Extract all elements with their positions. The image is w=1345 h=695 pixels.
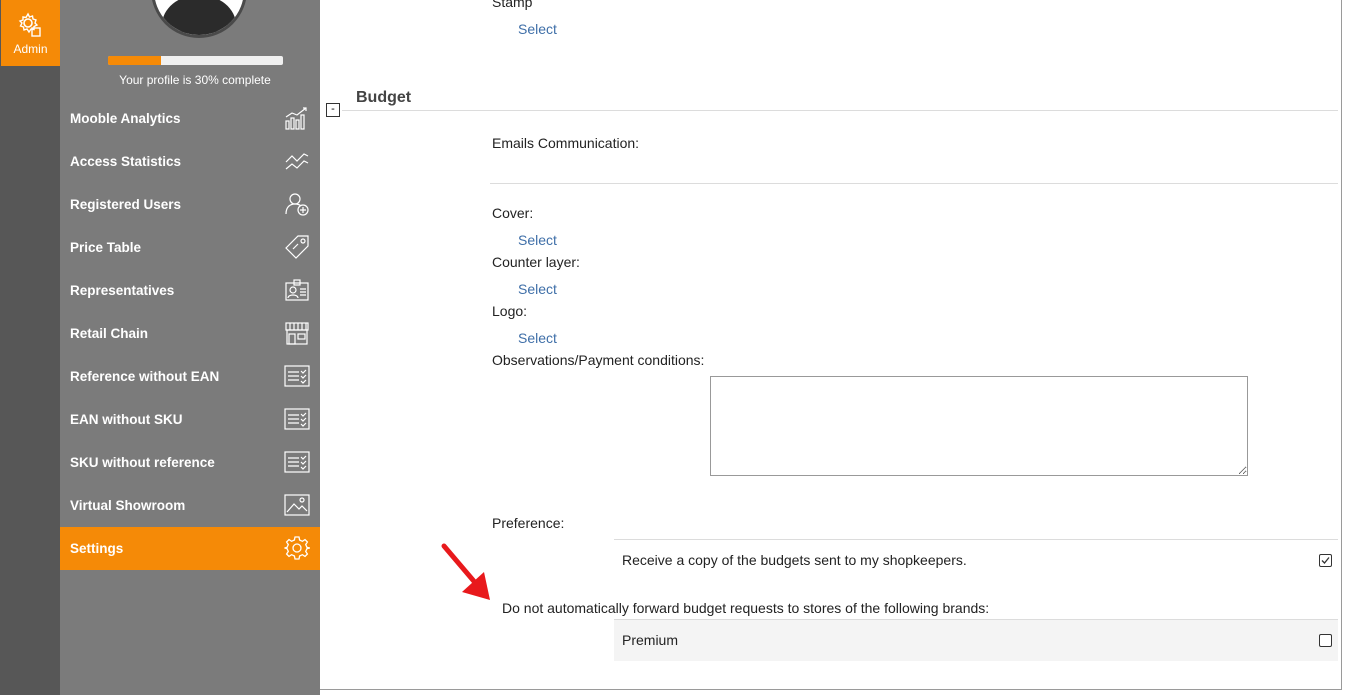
admin-tab[interactable]: Admin <box>1 0 60 66</box>
profile-progress-bar <box>108 56 283 65</box>
sidebar-menu: Mooble Analytics Access Statistics Regis… <box>60 97 320 570</box>
sidebar-item-label: Settings <box>70 541 124 556</box>
emails-communication-label: Emails Communication: <box>492 135 640 151</box>
avatar[interactable] <box>151 0 247 38</box>
sidebar-item-reference-without-ean[interactable]: Reference without EAN <box>60 355 320 398</box>
observations-textarea[interactable] <box>710 376 1248 476</box>
sidebar-item-settings[interactable]: Settings <box>60 527 320 570</box>
sidebar-item-price-table[interactable]: Price Table <box>60 226 320 269</box>
budget-section-title: Budget <box>356 89 412 106</box>
brand-name: Premium <box>622 632 679 648</box>
cover-select-link[interactable]: Select <box>518 232 557 248</box>
checklist-icon <box>284 408 310 430</box>
checklist-icon <box>284 365 310 387</box>
sidebar-item-label: Representatives <box>70 283 175 298</box>
logo-label: Logo: <box>492 303 528 319</box>
sidebar: Your profile is 30% complete Mooble Anal… <box>60 0 320 695</box>
sidebar-item-access-statistics[interactable]: Access Statistics <box>60 140 320 183</box>
counter-layer-label: Counter layer: <box>492 254 580 270</box>
section-divider <box>342 110 1338 111</box>
sidebar-item-label: Reference without EAN <box>70 369 220 384</box>
sidebar-item-ean-without-sku[interactable]: EAN without SKU <box>60 398 320 441</box>
sidebar-item-label: Access Statistics <box>70 154 182 169</box>
image-icon <box>284 494 310 516</box>
brand-checkbox[interactable] <box>1319 634 1332 647</box>
sidebar-item-label: EAN without SKU <box>70 412 183 427</box>
annotation-arrow-icon <box>441 543 490 600</box>
sidebar-item-label: Retail Chain <box>70 326 149 341</box>
sidebar-item-label: Price Table <box>70 240 142 255</box>
sidebar-item-label: SKU without reference <box>70 455 215 470</box>
budget-collapse-button[interactable]: - <box>326 103 340 117</box>
receive-copy-checkbox[interactable] <box>1319 554 1332 567</box>
profile-completion-text: Your profile is 30% complete <box>119 73 271 87</box>
stamp-select-link[interactable]: Select <box>518 21 557 37</box>
sidebar-item-label: Virtual Showroom <box>70 498 186 513</box>
emails-divider <box>490 183 1338 184</box>
preference-label: Preference: <box>492 515 565 531</box>
gear-icon <box>284 536 310 560</box>
trend-line-icon <box>285 153 309 170</box>
logo-select-link[interactable]: Select <box>518 330 557 346</box>
counter-layer-select-link[interactable]: Select <box>518 281 557 297</box>
sidebar-item-representatives[interactable]: Representatives <box>60 269 320 312</box>
stamp-label: Stamp <box>492 0 533 10</box>
sidebar-item-virtual-showroom[interactable]: Virtual Showroom <box>60 484 320 527</box>
cover-label: Cover: <box>492 205 534 221</box>
sidebar-item-label: Mooble Analytics <box>70 111 181 126</box>
add-user-icon <box>285 193 309 216</box>
profile-progress-fill <box>108 56 161 65</box>
sidebar-item-label: Registered Users <box>70 197 182 212</box>
no-forward-label: Do not automatically forward budget requ… <box>502 600 990 616</box>
observations-label: Observations/Payment conditions: <box>492 352 705 368</box>
admin-label: Admin <box>13 42 48 56</box>
receive-copy-row: Receive a copy of the budgets sent to my… <box>614 539 1338 581</box>
checkmark-icon <box>1321 557 1330 564</box>
brand-row: Premium <box>614 619 1338 661</box>
storefront-icon <box>285 322 309 345</box>
sidebar-item-retail-chain[interactable]: Retail Chain <box>60 312 320 355</box>
admin-gear-icon <box>18 12 41 37</box>
sidebar-item-registered-users[interactable]: Registered Users <box>60 183 320 226</box>
bar-chart-icon <box>285 107 307 130</box>
sidebar-item-sku-without-reference[interactable]: SKU without reference <box>60 441 320 484</box>
sidebar-item-mooble-analytics[interactable]: Mooble Analytics <box>60 97 320 140</box>
left-rail: Admin <box>0 0 60 695</box>
price-tag-icon <box>285 235 309 259</box>
checklist-icon <box>284 451 310 473</box>
receive-copy-label: Receive a copy of the budgets sent to my… <box>622 552 967 568</box>
id-card-icon <box>285 279 309 301</box>
